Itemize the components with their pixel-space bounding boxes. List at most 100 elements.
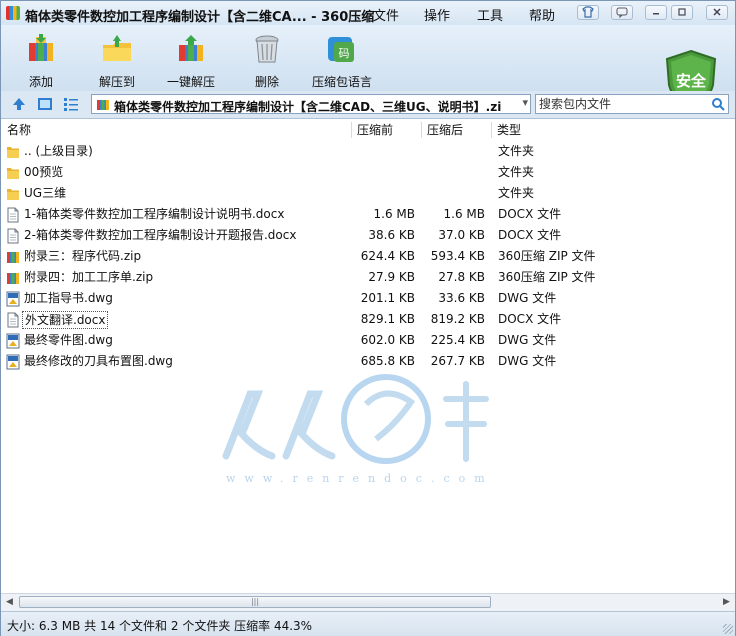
file-type: 文件夹 [498,144,535,158]
add-archive-icon [29,34,53,61]
feedback-icon[interactable] [611,5,633,20]
app-window: 箱体类零件数控加工程序编制设计【含二维CA... - 360压缩 文件 操作 工… [0,0,736,636]
file-row[interactable]: 附录三：程序代码.zip 624.4 KB 593.4 KB 360压缩 ZIP 文件 [1,246,735,267]
address-bar: 箱体类零件数控加工程序编制设计【含二维CAD、三维UG、说明书】.zi ▾ [1,91,735,117]
menu-tools[interactable]: 工具 [477,5,503,24]
file-name: 附录三：程序代码.zip [24,249,142,263]
dwg-icon [6,333,20,349]
file-uncompressed-size: 819.2 KB [430,312,485,326]
path-input[interactable]: 箱体类零件数控加工程序编制设计【含二维CAD、三维UG、说明书】.zi ▾ [91,94,531,114]
file-type: 360压缩 ZIP 文件 [498,249,596,263]
file-row[interactable]: 1-箱体类零件数控加工程序编制设计说明书.docx 1.6 MB 1.6 MB DOC… [1,204,735,225]
column-header-type[interactable]: 类型 [497,119,521,141]
file-row[interactable]: 加工指导书.dwg 201.1 KB 33.6 KB DWG 文件 [1,288,735,309]
resize-grip-icon[interactable] [723,624,733,634]
search-input[interactable] [539,97,707,111]
dwg-icon [6,354,20,370]
file-compressed-size: 602.0 KB [360,333,415,347]
document-icon [6,207,20,223]
document-icon [6,312,20,328]
column-divider [421,122,422,138]
menu-help[interactable]: 帮助 [529,5,555,24]
file-type: DWG 文件 [498,333,557,347]
file-uncompressed-size: 33.6 KB [438,291,485,305]
one-click-extract-button[interactable]: 一键解压 [161,29,221,89]
file-compressed-size: 685.8 KB [360,354,415,368]
close-icon[interactable] [706,5,728,20]
column-divider [491,122,492,138]
security-badge-label: 安全 [676,72,707,90]
search-box [535,94,729,114]
watermark-url: www.renrendoc.com [226,472,494,485]
status-bar: 大小: 6.3 MB 共 14 个文件和 2 个文件夹 压缩率 44.3% [1,611,735,636]
column-header-compressed[interactable]: 压缩前 [357,119,393,141]
file-compressed-size: 624.4 KB [360,249,415,263]
file-uncompressed-size: 267.7 KB [430,354,485,368]
delete-label: 删除 [254,75,279,89]
minimize-icon[interactable] [645,5,667,20]
app-logo-icon [6,6,20,20]
file-compressed-size: 829.1 KB [360,312,415,326]
extract-to-icon [103,35,131,61]
menu-operation[interactable]: 操作 [424,5,450,24]
scrollbar-thumb[interactable]: ||| [19,596,491,608]
file-row[interactable]: 最终修改的刀具布置图.dwg 685.8 KB 267.7 KB DWG 文件 [1,351,735,372]
document-icon [6,228,20,244]
file-type: 360压缩 ZIP 文件 [498,270,596,284]
scroll-left-icon[interactable]: ◀ [1,594,18,611]
file-uncompressed-size: 593.4 KB [430,249,485,263]
list-view-icon[interactable] [63,96,79,112]
file-name: 2-箱体类零件数控加工程序编制设计开题报告.docx [24,228,297,242]
file-row[interactable]: 附录四：加工工序单.zip 27.9 KB 27.8 KB 360压缩 ZIP 文件 [1,267,735,288]
file-name: 最终修改的刀具布置图.dwg [24,354,173,368]
column-header-name[interactable]: 名称 [7,119,31,141]
extract-to-button[interactable]: 解压到 [87,29,147,89]
file-row[interactable]: 2-箱体类零件数控加工程序编制设计开题报告.docx 38.6 KB 37.0 KB… [1,225,735,246]
file-uncompressed-size: 37.0 KB [438,228,485,242]
file-name: .. (上级目录) [24,144,93,158]
file-type: DOCX 文件 [498,228,562,242]
file-row[interactable]: .. (上级目录) 文件夹 [1,141,735,162]
file-row[interactable]: 外文翻译.docx 829.1 KB 819.2 KB DOCX 文件 [1,309,735,330]
chevron-down-icon[interactable]: ▾ [522,96,528,109]
file-type: 文件夹 [498,165,535,179]
file-compressed-size: 201.1 KB [360,291,415,305]
file-uncompressed-size: 225.4 KB [430,333,485,347]
delete-button[interactable]: 删除 [237,29,297,89]
thumbnail-view-icon[interactable] [37,96,53,112]
status-text: 大小: 6.3 MB 共 14 个文件和 2 个文件夹 压缩率 44.3% [7,619,313,633]
add-button[interactable]: 添加 [11,29,71,89]
watermark: www.renrendoc.com [216,364,506,489]
up-arrow-icon[interactable] [11,96,27,112]
search-icon[interactable] [711,97,725,111]
window-title: 箱体类零件数控加工程序编制设计【含二维CA... - 360压缩 [25,10,375,25]
archive-language-button[interactable]: 码 压缩包语言 [311,29,373,89]
zip-icon [97,100,109,110]
one-click-extract-label: 一键解压 [166,75,215,89]
add-label: 添加 [28,75,53,89]
archive-language-label: 压缩包语言 [311,75,372,89]
file-row[interactable]: 最终零件图.dwg 602.0 KB 225.4 KB DWG 文件 [1,330,735,351]
scroll-right-icon[interactable]: ▶ [718,594,735,611]
file-type: 文件夹 [498,186,535,200]
column-header-uncompressed[interactable]: 压缩后 [427,119,463,141]
file-uncompressed-size: 27.8 KB [438,270,485,284]
file-compressed-size: 1.6 MB [373,207,415,221]
skin-icon[interactable] [577,5,599,20]
file-list: 名称 压缩前 压缩后 类型 .. (上级目录) 文件夹 00预览 文件夹 UG三维 文件夹… [1,118,735,593]
dwg-icon [6,291,20,307]
file-row[interactable]: 00预览 文件夹 [1,162,735,183]
menu-file[interactable]: 文件 [373,5,399,24]
folder-icon [6,144,20,160]
file-type: DOCX 文件 [498,207,562,221]
toolbar: 添加 解压到 一键解压 删除 码 压缩包语言 安全 [1,25,735,111]
file-name: UG三维 [24,186,67,200]
column-divider [351,122,352,138]
extract-to-label: 解压到 [98,75,135,89]
maximize-icon[interactable] [671,5,693,20]
horizontal-scrollbar[interactable]: ◀ ||| ▶ [1,593,735,611]
path-text: 箱体类零件数控加工程序编制设计【含二维CAD、三维UG、说明书】.zi [114,100,502,114]
file-name: 最终零件图.dwg [24,333,113,347]
file-row[interactable]: UG三维 文件夹 [1,183,735,204]
trash-icon [255,35,279,63]
